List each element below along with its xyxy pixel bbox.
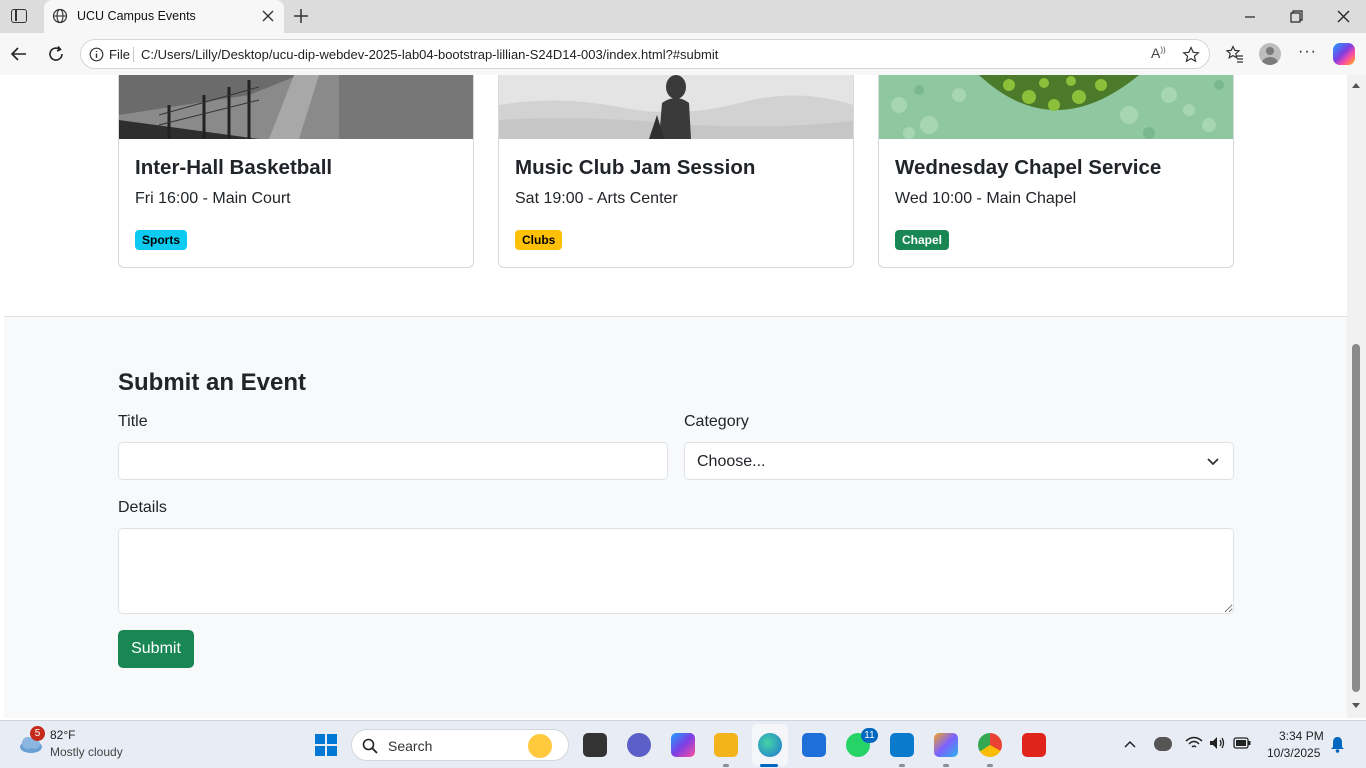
event-card: Music Club Jam Session Sat 19:00 - Arts … <box>498 75 854 268</box>
weather-desc: Mostly cloudy <box>50 745 123 759</box>
title-label: Title <box>118 413 148 430</box>
store-icon[interactable] <box>802 733 826 757</box>
active-indicator <box>760 764 778 767</box>
event-card: Wednesday Chapel Service Wed 10:00 - Mai… <box>878 75 1234 268</box>
windows-start-icon[interactable] <box>315 734 337 756</box>
search-placeholder: Search <box>388 738 433 754</box>
file-explorer-icon[interactable] <box>714 733 738 757</box>
restore-icon[interactable] <box>1290 10 1303 23</box>
favorite-star-icon[interactable] <box>1182 46 1200 64</box>
sidebar-toggle-icon[interactable] <box>11 9 27 23</box>
divider <box>133 47 134 62</box>
copilot-app-icon[interactable] <box>671 733 695 757</box>
submit-section: Submit an Event Title Category Choose...… <box>4 316 1347 718</box>
tab-title: UCU Campus Events <box>77 9 196 23</box>
details-label: Details <box>118 499 167 516</box>
refresh-icon[interactable] <box>47 45 65 63</box>
minimize-icon[interactable] <box>1244 11 1256 23</box>
page-content: Inter-Hall Basketball Fri 16:00 - Main C… <box>4 75 1347 718</box>
copilot-icon[interactable] <box>1333 43 1355 65</box>
address-bar[interactable]: File C:/Users/Lilly/Desktop/ucu-dip-webd… <box>80 39 1210 69</box>
sun-icon <box>528 734 552 758</box>
taskbar: 5 82°F Mostly cloudy Search 11 3:34 PM 1… <box>0 720 1366 768</box>
event-meta: Wed 10:00 - Main Chapel <box>895 190 1077 207</box>
form-heading: Submit an Event <box>118 369 307 396</box>
category-select[interactable]: Choose... <box>684 442 1234 480</box>
globe-icon <box>52 8 68 24</box>
scroll-up-icon[interactable] <box>1351 81 1361 89</box>
running-indicator <box>943 764 949 767</box>
chevron-up-icon[interactable] <box>1124 739 1136 749</box>
window-close-icon[interactable] <box>1337 10 1350 23</box>
category-badge: Sports <box>135 230 188 250</box>
category-selected-value: Choose... <box>697 453 766 470</box>
details-textarea[interactable] <box>118 528 1234 614</box>
teams-icon[interactable] <box>627 733 651 757</box>
event-title: Inter-Hall Basketball <box>135 156 333 179</box>
scroll-down-icon[interactable] <box>1351 702 1361 710</box>
running-indicator <box>987 764 993 767</box>
notification-bell-icon[interactable] <box>1330 736 1345 753</box>
event-title: Music Club Jam Session <box>515 156 756 179</box>
back-icon[interactable] <box>10 45 28 63</box>
whatsapp-badge: 11 <box>861 728 878 743</box>
category-badge: Chapel <box>895 230 950 250</box>
event-image <box>879 75 1233 139</box>
running-indicator <box>723 764 729 767</box>
chrome-icon[interactable] <box>978 733 1002 757</box>
event-title: Wednesday Chapel Service <box>895 156 1162 179</box>
volume-icon[interactable] <box>1209 736 1227 750</box>
taskbar-search[interactable]: Search <box>351 729 569 761</box>
plus-icon[interactable] <box>293 8 309 24</box>
event-meta: Sat 19:00 - Arts Center <box>515 190 678 207</box>
profile-icon[interactable] <box>1259 43 1281 65</box>
clock-time[interactable]: 3:34 PM <box>1279 729 1324 743</box>
weather-widget[interactable]: 5 <box>18 726 45 755</box>
event-card: Inter-Hall Basketball Fri 16:00 - Main C… <box>118 75 474 268</box>
vscode-icon[interactable] <box>890 733 914 757</box>
read-aloud-icon[interactable]: A)) <box>1151 45 1166 61</box>
clock-date[interactable]: 10/3/2025 <box>1267 746 1320 760</box>
title-input[interactable] <box>118 442 668 480</box>
url-text[interactable]: C:/Users/Lilly/Desktop/ucu-dip-webdev-20… <box>141 47 718 62</box>
navigation-bar: File C:/Users/Lilly/Desktop/ucu-dip-webd… <box>0 33 1366 75</box>
running-indicator <box>899 764 905 767</box>
onedrive-icon[interactable] <box>1154 737 1172 751</box>
edge-icon[interactable] <box>758 733 782 757</box>
file-label: File <box>109 47 130 62</box>
scrollbar[interactable] <box>1347 75 1366 718</box>
event-image <box>499 75 853 139</box>
battery-icon[interactable] <box>1233 737 1251 749</box>
chevron-down-icon <box>1207 458 1219 466</box>
category-label: Category <box>684 413 749 430</box>
more-icon[interactable]: ··· <box>1298 43 1317 61</box>
wps-office-icon[interactable] <box>1022 733 1046 757</box>
tab-active[interactable]: UCU Campus Events <box>44 0 284 33</box>
close-icon[interactable] <box>262 10 274 22</box>
submit-button[interactable]: Submit <box>118 630 194 668</box>
event-meta: Fri 16:00 - Main Court <box>135 190 291 207</box>
favorites-icon[interactable] <box>1226 45 1244 63</box>
wifi-icon[interactable] <box>1185 736 1203 750</box>
info-icon[interactable] <box>89 47 104 62</box>
weather-badge: 5 <box>30 726 45 741</box>
event-image <box>119 75 473 139</box>
scrollbar-thumb[interactable] <box>1352 344 1360 692</box>
category-badge: Clubs <box>515 230 563 250</box>
tab-bar: UCU Campus Events <box>0 0 1366 33</box>
task-view-icon[interactable] <box>583 733 607 757</box>
app-icon[interactable] <box>934 733 958 757</box>
search-icon <box>362 738 378 754</box>
weather-temp: 82°F <box>50 728 76 742</box>
